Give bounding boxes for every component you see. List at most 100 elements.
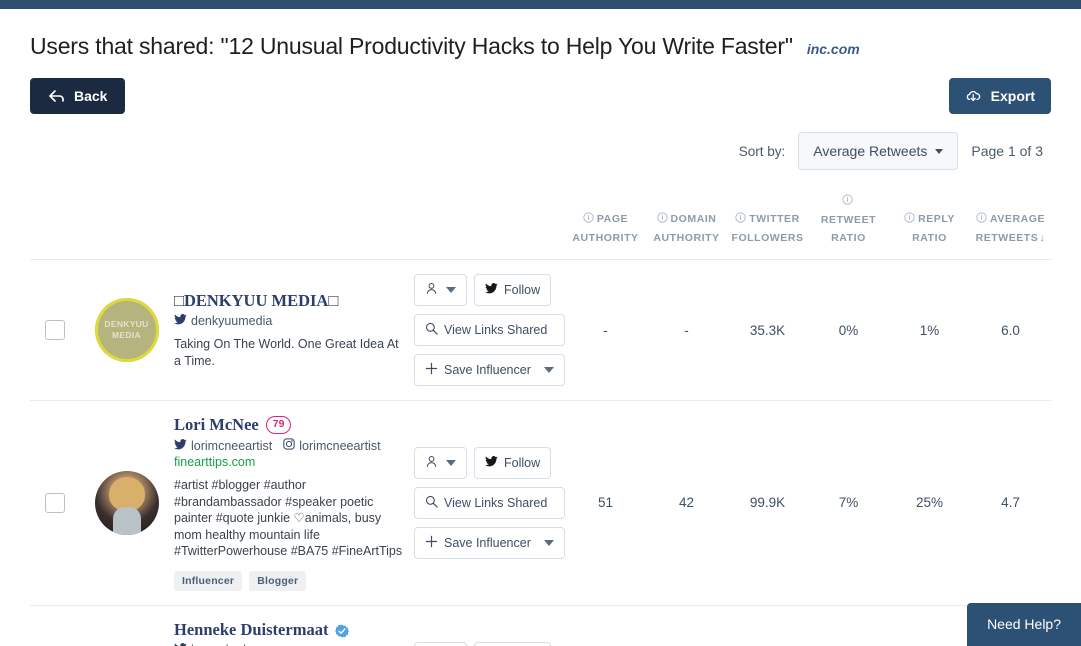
cell-reply-ratio: 1% <box>889 323 970 338</box>
page-indicator: Page 1 of 3 <box>971 143 1043 159</box>
sort-descending-icon: ↓ <box>1039 232 1045 244</box>
chevron-down-icon <box>446 460 456 466</box>
search-icon <box>425 322 438 338</box>
avatar <box>95 471 159 535</box>
info-icon <box>904 211 915 229</box>
info-icon <box>735 211 746 229</box>
influencer-actions: Follow <box>414 620 565 646</box>
column-label-line1: TWITTER <box>749 213 800 225</box>
export-button[interactable]: Export <box>949 78 1051 114</box>
column-label-line2: RETWEET <box>821 214 876 226</box>
influencer-actions: Follow View Links Shared Save Influencer <box>414 274 565 386</box>
column-label-line1: PAGE <box>597 213 628 225</box>
source-domain: inc.com <box>807 41 860 57</box>
column-header-retweet-ratio[interactable]: RETWEET RATIO <box>808 192 889 247</box>
save-influencer-button[interactable]: Save Influencer <box>414 527 565 559</box>
view-links-shared-button[interactable]: View Links Shared <box>414 487 565 519</box>
controls-row: Sort by: Average Retweets Page 1 of 3 <box>30 132 1051 170</box>
follow-button[interactable]: Follow <box>474 447 551 479</box>
twitter-icon <box>174 643 187 646</box>
tag-influencer: Influencer <box>174 571 242 591</box>
action-button-row: Back Export <box>30 78 1051 114</box>
influencer-name-text: Henneke Duistermaat <box>174 620 328 640</box>
twitter-handle[interactable]: henneked <box>174 643 246 646</box>
profile-menu-button[interactable] <box>414 447 467 479</box>
influencer-score-badge: 79 <box>266 416 292 434</box>
chevron-down-icon <box>544 367 554 373</box>
twitter-handle[interactable]: denkyuumedia <box>174 314 272 328</box>
twitter-handle[interactable]: lorimcneeartist <box>174 439 272 453</box>
profile-menu-button[interactable] <box>414 642 467 646</box>
social-handles: denkyuumedia <box>174 314 404 328</box>
follow-button-label: Follow <box>504 283 540 297</box>
cell-twitter-followers: 99.9K <box>727 495 808 510</box>
table-row: Lori McNee 79 lorimcneeartist lor <box>30 400 1051 605</box>
follow-button[interactable]: Follow <box>474 642 551 646</box>
action-button-group: Follow <box>414 274 565 306</box>
influencer-table: PAGE AUTHORITY DOMAIN AUTHORITY TWITTER … <box>30 192 1051 646</box>
row-select-cell <box>30 320 79 340</box>
person-icon <box>425 455 438 471</box>
influencer-name[interactable]: Henneke Duistermaat <box>174 620 349 640</box>
export-button-label: Export <box>991 88 1035 104</box>
follow-button[interactable]: Follow <box>474 274 551 306</box>
verified-badge-icon <box>335 623 349 637</box>
influencer-info: □DENKYUU MEDIA□ denkyuumedia Taking On T… <box>174 291 414 369</box>
view-links-shared-button[interactable]: View Links Shared <box>414 314 565 346</box>
influencer-website[interactable]: finearttips.com <box>174 455 404 469</box>
instagram-handle-text: lorimcneeartist <box>299 439 380 453</box>
twitter-handle-text: lorimcneeartist <box>191 439 272 453</box>
view-links-shared-label: View Links Shared <box>444 323 547 337</box>
influencer-info: Henneke Duistermaat henneked <box>174 620 414 646</box>
chevron-down-icon <box>446 287 456 293</box>
info-icon <box>657 211 668 229</box>
save-influencer-button[interactable]: Save Influencer <box>414 354 565 386</box>
view-links-shared-label: View Links Shared <box>444 496 547 510</box>
back-button[interactable]: Back <box>30 78 125 114</box>
twitter-icon <box>174 439 187 453</box>
column-header-page-authority[interactable]: PAGE AUTHORITY <box>565 210 646 247</box>
cell-reply-ratio: 25% <box>889 495 970 510</box>
column-header-average-retweets[interactable]: AVERAGE RETWEETS↓ <box>970 210 1051 247</box>
sort-by-value: Average Retweets <box>813 143 927 159</box>
twitter-handle-text: henneked <box>191 643 246 646</box>
tag-blogger: Blogger <box>249 571 306 591</box>
column-header-domain-authority[interactable]: DOMAIN AUTHORITY <box>646 210 727 247</box>
column-header-twitter-followers[interactable]: TWITTER FOLLOWERS <box>727 210 808 247</box>
cell-average-retweets: 6.0 <box>970 323 1051 338</box>
influencer-tags: Influencer Blogger <box>174 571 404 591</box>
back-button-label: Back <box>74 88 107 104</box>
column-label-line2: FOLLOWERS <box>731 232 803 244</box>
avatar: DENKYUU MEDIA <box>95 298 159 362</box>
cell-retweet-ratio: 0% <box>808 323 889 338</box>
profile-menu-button[interactable] <box>414 274 467 306</box>
row-checkbox[interactable] <box>45 493 65 513</box>
instagram-handle[interactable]: lorimcneeartist <box>283 438 380 453</box>
chevron-down-icon <box>935 149 943 154</box>
info-icon <box>976 211 987 229</box>
sort-by-label: Sort by: <box>739 144 786 159</box>
cell-average-retweets: 4.7 <box>970 495 1051 510</box>
column-label-line1: DOMAIN <box>671 213 717 225</box>
top-accent-bar <box>0 0 1081 9</box>
back-arrow-icon <box>48 89 65 104</box>
cell-retweet-ratio: 7% <box>808 495 889 510</box>
influencer-name[interactable]: □DENKYUU MEDIA□ <box>174 291 338 311</box>
avatar-cell <box>79 471 174 535</box>
cloud-download-icon <box>965 89 982 104</box>
row-checkbox[interactable] <box>45 320 65 340</box>
column-label-line1: REPLY <box>918 213 955 225</box>
influencer-name[interactable]: Lori McNee 79 <box>174 415 291 435</box>
influencer-actions: Follow View Links Shared Save Influencer <box>414 447 565 559</box>
table-header-row: PAGE AUTHORITY DOMAIN AUTHORITY TWITTER … <box>30 192 1051 259</box>
cell-domain-authority: 42 <box>646 495 727 510</box>
need-help-button[interactable]: Need Help? <box>967 603 1081 646</box>
save-influencer-label: Save Influencer <box>444 536 531 550</box>
table-row: DENKYUU MEDIA □DENKYUU MEDIA□ denkyuumed… <box>30 259 1051 400</box>
twitter-handle-text: denkyuumedia <box>191 314 272 328</box>
chevron-down-icon <box>544 540 554 546</box>
page-container: Users that shared: "12 Unusual Productiv… <box>0 9 1081 646</box>
sort-by-select[interactable]: Average Retweets <box>798 132 958 170</box>
column-header-reply-ratio[interactable]: REPLY RATIO <box>889 210 970 247</box>
person-icon <box>425 282 438 298</box>
